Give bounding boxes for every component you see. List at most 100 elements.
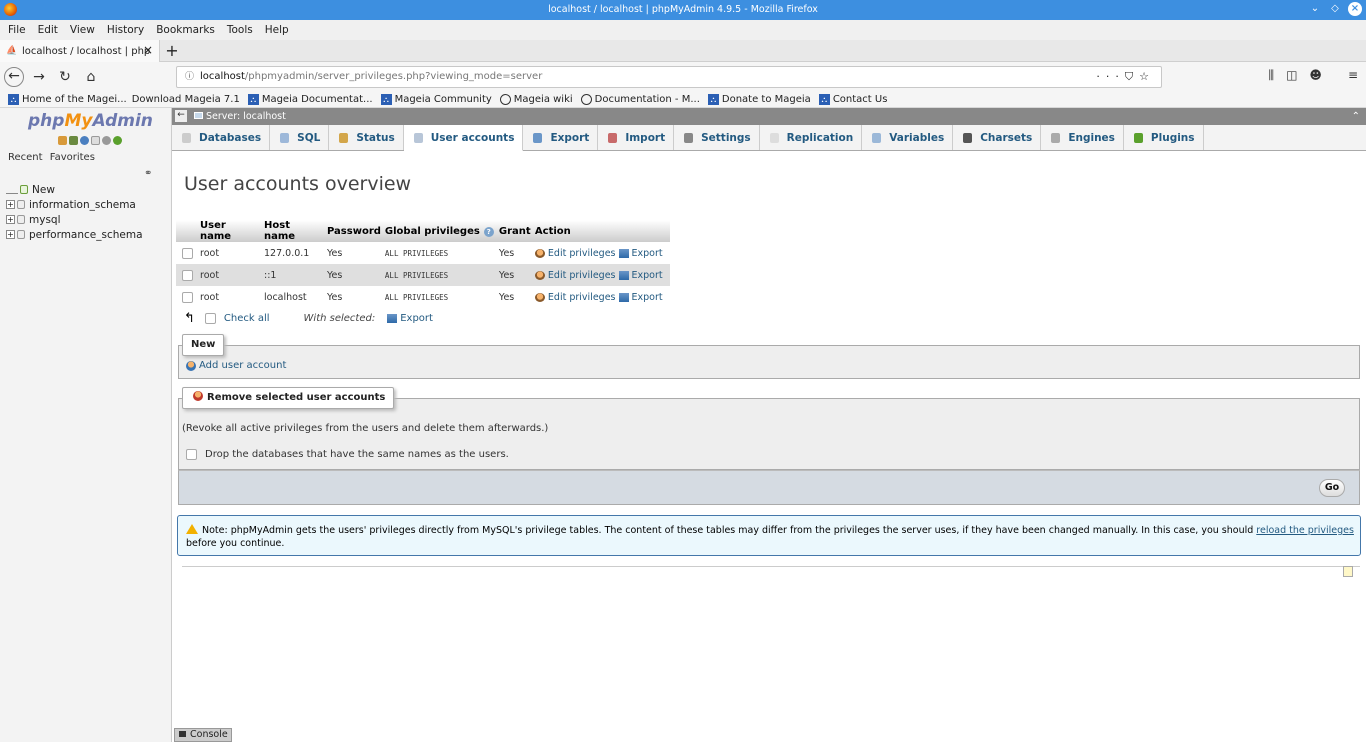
- minimize-icon[interactable]: ⌄: [1308, 2, 1322, 16]
- expand-icon[interactable]: +: [6, 200, 15, 209]
- row-checkbox[interactable]: [182, 269, 193, 281]
- column-header[interactable]: Global privileges?: [382, 220, 497, 242]
- tab-export[interactable]: Export: [523, 125, 599, 150]
- library-icon[interactable]: ⫼: [1269, 68, 1275, 83]
- settings-icon[interactable]: [102, 136, 111, 145]
- tab-databases[interactable]: Databases: [172, 125, 271, 150]
- column-header[interactable]: User name: [198, 220, 262, 242]
- close-window-icon[interactable]: ×: [1348, 2, 1362, 16]
- column-header[interactable]: Password: [325, 220, 383, 242]
- bookmark-item[interactable]: Download Mageia 7.1: [132, 94, 240, 105]
- column-header[interactable]: Grant: [496, 220, 533, 242]
- tab-status[interactable]: Status: [329, 125, 404, 150]
- url-bar[interactable]: ⓘ localhost/phpmyadmin/server_privileges.…: [176, 66, 1162, 88]
- favorites-tab[interactable]: Favorites: [50, 152, 95, 163]
- home-icon[interactable]: [58, 136, 67, 145]
- menu-view[interactable]: View: [70, 24, 95, 36]
- notice-text: Note: phpMyAdmin gets the users' privile…: [202, 525, 1257, 536]
- edit-privileges-link[interactable]: Edit privileges: [534, 292, 615, 303]
- maximize-icon[interactable]: ◇: [1328, 2, 1342, 16]
- menu-history[interactable]: History: [107, 24, 144, 36]
- tab-engines[interactable]: Engines: [1041, 125, 1124, 150]
- tree-new[interactable]: New: [6, 182, 143, 197]
- edit-privileges-label: Edit privileges: [547, 269, 616, 281]
- row-checkbox[interactable]: [182, 291, 193, 303]
- recent-tab[interactable]: Recent: [8, 152, 43, 163]
- logout-icon[interactable]: [69, 136, 78, 145]
- drop-databases-checkbox[interactable]: [186, 449, 197, 460]
- site-info-icon[interactable]: ⓘ: [185, 72, 194, 82]
- bookmark-label: Donate to Mageia: [721, 94, 811, 105]
- export-link[interactable]: Export: [618, 270, 663, 281]
- bookmark-item[interactable]: Mageia wiki: [499, 94, 573, 105]
- expand-icon[interactable]: +: [6, 230, 15, 239]
- database-icon: [17, 215, 25, 224]
- console-toggle[interactable]: Console: [174, 728, 232, 742]
- reload-nav-icon[interactable]: [113, 136, 122, 145]
- bookmark-item[interactable]: ⛬ Donate to Mageia: [707, 94, 811, 105]
- tree-db[interactable]: + performance_schema: [6, 227, 143, 242]
- reload-privileges-link[interactable]: reload the privileges: [1256, 525, 1354, 536]
- menu-edit[interactable]: Edit: [38, 24, 58, 36]
- bulk-export-link[interactable]: Export: [387, 313, 433, 324]
- new-tab-icon[interactable]: +: [164, 41, 180, 60]
- scroll-top-icon[interactable]: ⌃: [1352, 108, 1360, 125]
- tab-user-accounts[interactable]: User accounts: [403, 125, 524, 151]
- collapse-nav-icon[interactable]: ←: [175, 110, 187, 122]
- column-header[interactable]: Host name: [262, 220, 325, 242]
- account-icon[interactable]: ☻: [1309, 68, 1322, 83]
- check-all-link[interactable]: Check all: [224, 313, 270, 324]
- menu-tools[interactable]: Tools: [227, 24, 253, 36]
- tab-variables[interactable]: Variables: [862, 125, 954, 150]
- bookmark-star-icon[interactable]: ☆: [1139, 70, 1155, 83]
- edit-privileges-link[interactable]: Edit privileges: [534, 248, 615, 259]
- column-header: Action: [532, 220, 670, 242]
- tab-plugins[interactable]: Plugins: [1124, 125, 1204, 150]
- export-link[interactable]: Export: [618, 292, 663, 303]
- add-user-account-link[interactable]: Add user account: [186, 360, 286, 371]
- row-checkbox-cell: [176, 286, 198, 308]
- back-icon[interactable]: ←: [4, 67, 24, 87]
- tab-import[interactable]: Import: [598, 125, 675, 150]
- docs-icon[interactable]: [91, 136, 100, 145]
- page-settings-icon[interactable]: [1343, 566, 1353, 577]
- edit-privileges-link[interactable]: Edit privileges: [534, 269, 616, 281]
- phpmyadmin-logo[interactable]: phpMyAdmin: [28, 111, 153, 131]
- main-content: User accounts overview User name Host na…: [172, 151, 1366, 742]
- bookmark-item[interactable]: ⛬ Contact Us: [818, 94, 887, 105]
- tab-settings[interactable]: Settings: [674, 125, 760, 150]
- tree-db[interactable]: + information_schema: [6, 197, 143, 212]
- expand-icon[interactable]: +: [6, 215, 15, 224]
- go-button[interactable]: Go: [1319, 479, 1345, 497]
- reload-icon[interactable]: ↻: [54, 66, 76, 88]
- row-checkbox[interactable]: [182, 247, 193, 259]
- bookmark-item[interactable]: ⛬ Mageia Community: [380, 94, 492, 105]
- forward-icon[interactable]: →: [28, 66, 50, 88]
- navigation-bar: ← → ↻ ⌂ ⓘ localhost/phpmyadmin/server_pri…: [0, 62, 1366, 92]
- check-all-checkbox[interactable]: [204, 312, 216, 324]
- pocket-icon[interactable]: ⛉: [1125, 70, 1139, 83]
- help-icon[interactable]: [80, 136, 89, 145]
- sql-icon: [280, 132, 290, 143]
- home-icon[interactable]: ⌂: [80, 66, 102, 88]
- menu-bookmarks[interactable]: Bookmarks: [156, 24, 215, 36]
- tab-charsets[interactable]: Charsets: [953, 125, 1042, 150]
- tab-replication[interactable]: Replication: [760, 125, 863, 150]
- tree-db[interactable]: + mysql: [6, 212, 143, 227]
- browser-tab[interactable]: ⛵ localhost / localhost | php ×: [0, 40, 160, 62]
- page-actions-icon[interactable]: ···: [1096, 70, 1125, 83]
- menu-file[interactable]: File: [8, 24, 26, 36]
- sidebar-icon[interactable]: ◫: [1286, 68, 1297, 83]
- export-link[interactable]: Export: [618, 248, 663, 259]
- hamburger-menu-icon[interactable]: ≡: [1348, 68, 1358, 83]
- logo-admin: Admin: [92, 111, 153, 131]
- bookmark-item[interactable]: ⛬ Mageia Documentat...: [247, 94, 373, 105]
- help-icon[interactable]: ?: [483, 226, 494, 237]
- menu-help[interactable]: Help: [265, 24, 289, 36]
- tab-sql[interactable]: SQL: [270, 125, 330, 150]
- link-with-main-icon[interactable]: ⚭: [144, 168, 152, 179]
- server-label[interactable]: Server: localhost: [194, 108, 286, 125]
- bookmark-item[interactable]: ⛬ Home of the Magei...: [8, 94, 127, 105]
- bookmark-item[interactable]: Documentation - M...: [580, 94, 700, 105]
- tab-close-icon[interactable]: ×: [143, 43, 153, 57]
